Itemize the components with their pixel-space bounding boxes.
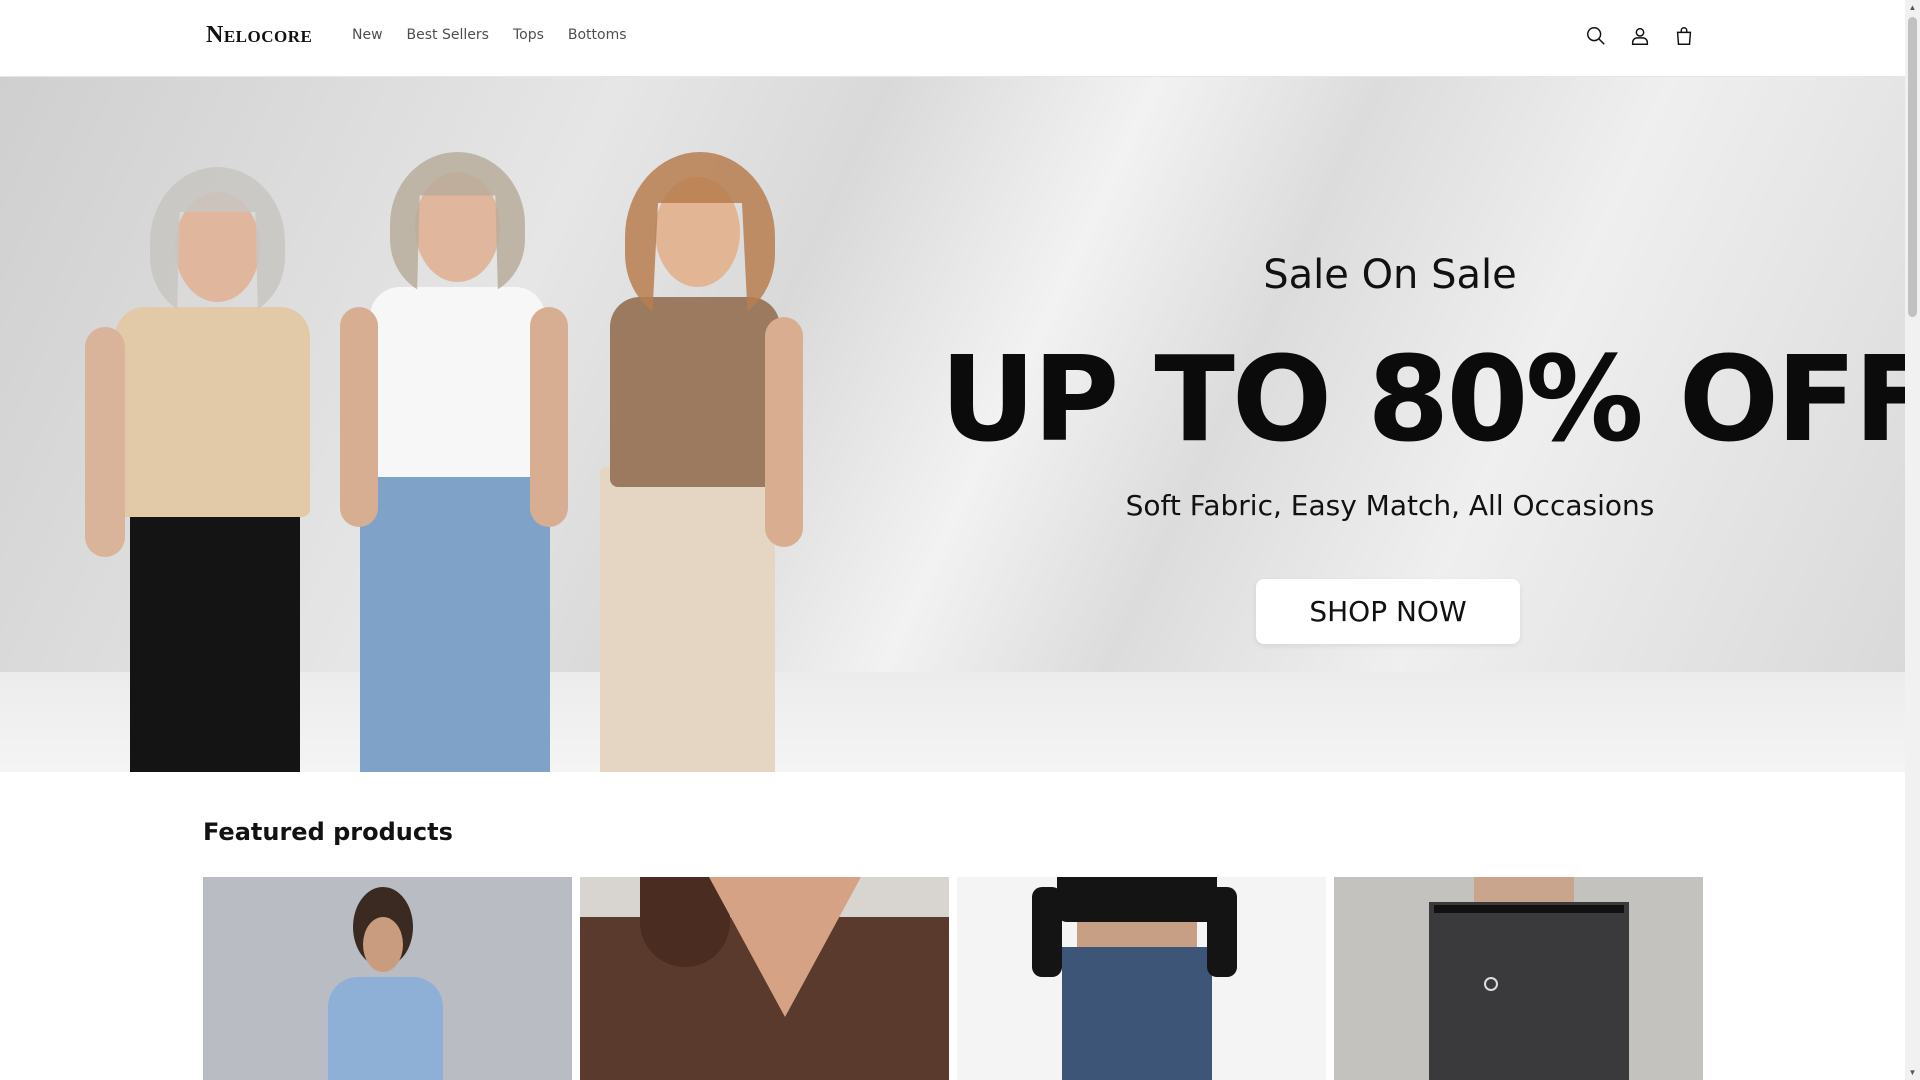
nav-item-tops[interactable]: Tops [513,27,544,43]
page-scrollbar[interactable]: ▲ ▼ [1905,0,1920,1080]
hero-subtitle: Sale On Sale [1263,252,1517,298]
shop-now-button[interactable]: SHOP NOW [1256,579,1520,644]
account-icon[interactable] [1628,24,1652,48]
scroll-down-icon[interactable]: ▼ [1905,1065,1920,1080]
hero-description: Soft Fabric, Easy Match, All Occasions [1125,489,1655,522]
header-icons [1584,24,1696,48]
hero-banner: Sale On Sale UP TO 80% OFF Soft Fabric, … [0,77,1905,772]
nav-item-bottoms[interactable]: Bottoms [568,27,627,43]
product-card[interactable] [957,877,1326,1080]
cart-icon[interactable] [1672,24,1696,48]
product-card[interactable] [203,877,572,1080]
product-card[interactable] [1334,877,1703,1080]
main-nav: New Best Sellers Tops Bottoms [352,27,651,43]
nav-item-new[interactable]: New [352,27,383,43]
scroll-up-icon[interactable]: ▲ [1905,0,1920,15]
featured-products-grid [203,877,1703,1080]
nav-item-best-sellers[interactable]: Best Sellers [407,27,489,43]
hero-image-models [60,147,840,772]
hero-title: UP TO 80% OFF [940,330,1905,468]
scrollbar-thumb[interactable] [1908,17,1917,317]
site-header: Nelocore New Best Sellers Tops Bottoms [0,0,1905,77]
product-card[interactable] [580,877,949,1080]
brand-logo[interactable]: Nelocore [206,22,312,49]
search-icon[interactable] [1584,24,1608,48]
featured-products-heading: Featured products [203,818,453,846]
